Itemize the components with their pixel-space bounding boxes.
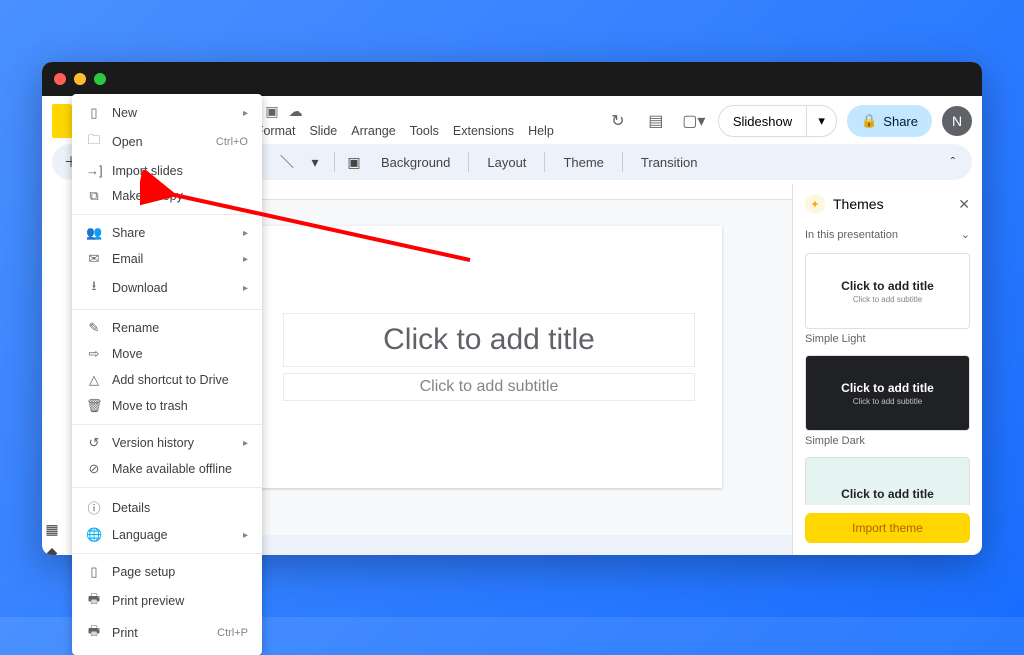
menu-item-print-preview[interactable]: 🖶Print preview	[72, 585, 262, 617]
collapse-up-icon[interactable]: ˆ	[944, 153, 962, 171]
menu-item-language[interactable]: 🌐Language▸	[72, 522, 262, 548]
file-menu: ▯New▸ 🗀OpenCtrl+O →]Import slides ⧉Make …	[72, 94, 262, 655]
share-button[interactable]: 🔒 Share	[847, 105, 932, 137]
share-label: Share	[883, 114, 918, 129]
share-icon: 👥	[86, 225, 102, 241]
menu-item-details[interactable]: ⓘDetails	[72, 493, 262, 522]
theme-button[interactable]: Theme	[555, 151, 611, 174]
info-icon: ⓘ	[86, 498, 102, 517]
slideshow-label: Slideshow	[733, 114, 792, 129]
canvas-area: Click to add title Click to add subtitle…	[186, 184, 792, 555]
explore-icon[interactable]: ◆	[47, 544, 58, 555]
menu-extensions[interactable]: Extensions	[453, 122, 514, 140]
chevron-right-icon: ▸	[243, 438, 248, 449]
slide-title-placeholder[interactable]: Click to add title	[284, 314, 694, 366]
trash-icon: 🗑	[86, 398, 102, 414]
menu-item-move[interactable]: ⇨Move	[72, 341, 262, 367]
themes-header: ✦ Themes ✕	[793, 184, 982, 224]
themes-section[interactable]: In this presentation ⌄	[793, 224, 982, 245]
menu-item-make-copy[interactable]: ⧉Make a copy	[72, 183, 262, 209]
meet-icon[interactable]: ▢▾	[680, 107, 708, 135]
theme-item-streamline[interactable]: Click to add title	[805, 457, 970, 505]
menu-item-import-slides[interactable]: →]Import slides	[72, 158, 262, 183]
speaker-notes-placeholder[interactable]: r notes	[186, 535, 792, 555]
menu-arrange[interactable]: Arrange	[351, 122, 395, 140]
chevron-right-icon: ▸	[243, 254, 248, 265]
horizontal-ruler	[186, 184, 792, 200]
close-window-button[interactable]	[54, 73, 66, 85]
slideshow-dropdown[interactable]: ▾	[806, 106, 836, 136]
lock-icon: 🔒	[861, 113, 877, 129]
slide-canvas[interactable]: Click to add title Click to add subtitle	[256, 226, 722, 488]
menu-item-move-trash[interactable]: 🗑Move to trash	[72, 393, 262, 419]
drive-icon: △	[86, 372, 102, 388]
fullscreen-window-button[interactable]	[94, 73, 106, 85]
menu-help[interactable]: Help	[528, 122, 554, 140]
page-icon: ▯	[86, 564, 102, 580]
cloud-save-icon[interactable]: ☁	[289, 103, 303, 120]
theme-list: Click to add title Click to add subtitle…	[793, 245, 982, 505]
menu-item-open[interactable]: 🗀OpenCtrl+O	[72, 126, 262, 158]
offline-icon: ⊘	[86, 461, 102, 477]
menu-item-offline[interactable]: ⊘Make available offline	[72, 456, 262, 482]
sidebar-left: ▦ ◆	[42, 515, 62, 555]
move-folder-icon[interactable]: ▣	[265, 103, 278, 120]
folder-icon: 🗀	[86, 131, 102, 153]
theme-preview: Click to add title Click to add subtitle	[805, 253, 970, 329]
menu-item-version-history[interactable]: ↺Version history▸	[72, 430, 262, 456]
menu-item-add-shortcut[interactable]: △Add shortcut to Drive	[72, 367, 262, 393]
theme-preview: Click to add title	[805, 457, 970, 505]
comments-icon[interactable]: ▤	[642, 107, 670, 135]
slideshow-button[interactable]: Slideshow ▾	[718, 105, 837, 137]
chevron-right-icon: ▸	[243, 283, 248, 294]
menu-item-share[interactable]: 👥Share▸	[72, 220, 262, 246]
layout-button[interactable]: Layout	[479, 151, 534, 174]
minimize-window-button[interactable]	[74, 73, 86, 85]
titlebar	[42, 62, 982, 96]
import-theme-button[interactable]: Import theme	[805, 513, 970, 543]
text-box-icon[interactable]: ▣	[345, 153, 363, 171]
avatar[interactable]: N	[942, 106, 972, 136]
header-right: ↻ ▤ ▢▾ Slideshow ▾ 🔒 Share N	[604, 105, 972, 137]
email-icon: ✉	[86, 251, 102, 267]
themes-title: Themes	[833, 196, 884, 212]
globe-icon: 🌐	[86, 527, 102, 543]
line-tool-icon[interactable]: ＼	[278, 153, 296, 171]
copy-icon: ⧉	[86, 188, 102, 204]
theme-label: Simple Dark	[805, 435, 970, 447]
move-icon: ⇨	[86, 346, 102, 362]
chevron-down-icon[interactable]: ▾	[306, 153, 324, 171]
print-icon: 🖶	[86, 622, 102, 644]
theme-item-simple-dark[interactable]: Click to add title Click to add subtitle…	[805, 355, 970, 451]
grid-view-icon[interactable]: ▦	[45, 521, 58, 538]
menu-slide[interactable]: Slide	[309, 122, 337, 140]
theme-item-simple-light[interactable]: Click to add title Click to add subtitle…	[805, 253, 970, 349]
menu-item-new[interactable]: ▯New▸	[72, 100, 262, 126]
import-icon: →]	[86, 163, 102, 178]
history-icon: ↺	[86, 435, 102, 451]
menu-tools[interactable]: Tools	[410, 122, 439, 140]
transition-button[interactable]: Transition	[633, 151, 706, 174]
chevron-down-icon: ⌄	[961, 228, 970, 241]
theme-label: Simple Light	[805, 333, 970, 345]
chevron-right-icon: ▸	[243, 530, 248, 541]
history-icon[interactable]: ↻	[604, 107, 632, 135]
themes-icon: ✦	[805, 194, 825, 214]
menu-item-rename[interactable]: ✎Rename	[72, 315, 262, 341]
download-icon: ⭳	[86, 277, 102, 299]
themes-panel: ✦ Themes ✕ In this presentation ⌄ Click …	[792, 184, 982, 555]
document-icon: ▯	[86, 105, 102, 121]
menu-item-email[interactable]: ✉Email▸	[72, 246, 262, 272]
theme-preview: Click to add title Click to add subtitle	[805, 355, 970, 431]
menu-item-download[interactable]: ⭳Download▸	[72, 272, 262, 304]
preview-icon: 🖶	[86, 590, 102, 612]
menu-item-page-setup[interactable]: ▯Page setup	[72, 559, 262, 585]
menu-item-print[interactable]: 🖶PrintCtrl+P	[72, 617, 262, 649]
pencil-icon: ✎	[86, 320, 102, 336]
chevron-right-icon: ▸	[243, 108, 248, 119]
slide-subtitle-placeholder[interactable]: Click to add subtitle	[284, 374, 694, 400]
background-button[interactable]: Background	[373, 151, 458, 174]
close-icon[interactable]: ✕	[958, 196, 970, 213]
chevron-right-icon: ▸	[243, 228, 248, 239]
